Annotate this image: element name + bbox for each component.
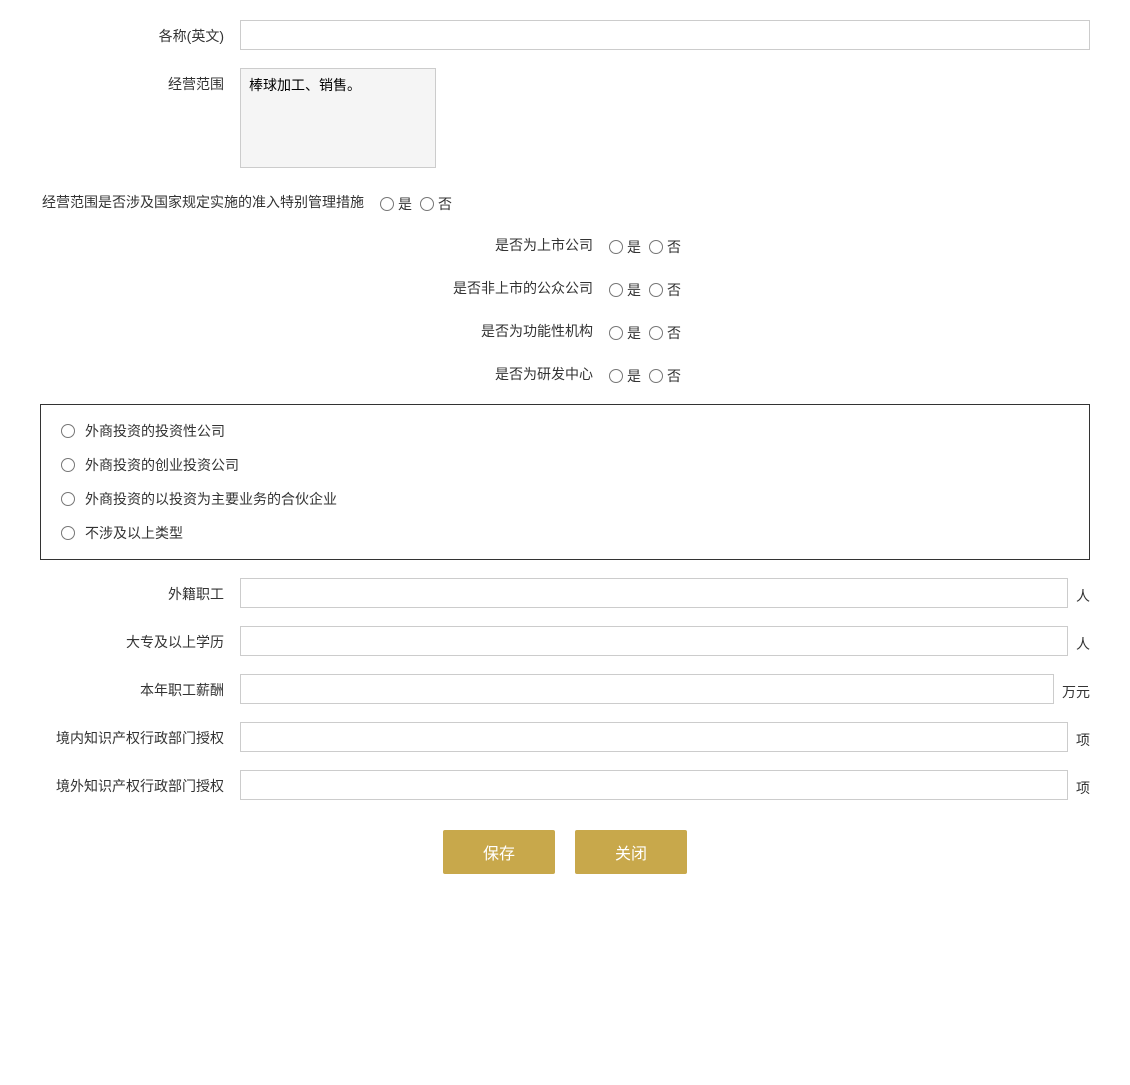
special-management-no-item[interactable]: 否: [420, 194, 452, 214]
domestic-ip-unit: 项: [1068, 724, 1090, 750]
non-listed-yes-label: 是: [627, 280, 641, 300]
college-degree-row: 大专及以上学历 人: [40, 626, 1090, 656]
save-button[interactable]: 保存: [443, 830, 555, 874]
investment-option-1-row: 外商投资的投资性公司: [61, 421, 1069, 441]
investment-option-3-radio[interactable]: [61, 492, 75, 506]
annual-salary-row: 本年职工薪酬 万元: [40, 674, 1090, 704]
functional-yes-label: 是: [627, 323, 641, 343]
college-degree-unit: 人: [1068, 628, 1090, 654]
non-listed-public-label: 是否非上市的公众公司: [449, 278, 609, 298]
business-scope-row: 经营范围 棒球加工、销售。: [40, 68, 1090, 171]
investment-option-1-label: 外商投资的投资性公司: [85, 421, 225, 441]
investment-option-4-row: 不涉及以上类型: [61, 523, 1069, 543]
investment-option-2-label: 外商投资的创业投资公司: [85, 455, 239, 475]
special-management-yes-item[interactable]: 是: [380, 194, 412, 214]
functional-yes-radio[interactable]: [609, 326, 623, 340]
listed-no-radio[interactable]: [649, 240, 663, 254]
functional-no-item[interactable]: 否: [649, 323, 681, 343]
college-degree-input[interactable]: [240, 626, 1068, 656]
annual-salary-label: 本年职工薪酬: [40, 674, 240, 700]
annual-salary-input-group: 万元: [240, 674, 1090, 704]
listed-company-radio-group: 是 否: [609, 232, 681, 257]
rd-center-radio-group: 是 否: [609, 361, 681, 386]
rd-center-label: 是否为研发中心: [449, 364, 609, 384]
functional-org-radio-group: 是 否: [609, 318, 681, 343]
rd-center-row: 是否为研发中心 是 否: [40, 361, 1090, 386]
special-management-no-label: 否: [438, 194, 452, 214]
non-listed-yes-item[interactable]: 是: [609, 280, 641, 300]
rd-yes-label: 是: [627, 366, 641, 386]
college-degree-input-group: 人: [240, 626, 1090, 656]
button-row: 保存 关闭: [40, 830, 1090, 874]
annual-salary-input[interactable]: [240, 674, 1054, 704]
functional-no-radio[interactable]: [649, 326, 663, 340]
rd-yes-item[interactable]: 是: [609, 366, 641, 386]
special-management-row: 经营范围是否涉及国家规定实施的准入特别管理措施 是 否: [40, 189, 1090, 214]
foreign-employees-label: 外籍职工: [40, 578, 240, 604]
listed-no-label: 否: [667, 237, 681, 257]
investment-option-4-label: 不涉及以上类型: [85, 523, 183, 543]
foreign-employees-row: 外籍职工 人: [40, 578, 1090, 608]
investment-option-3-label: 外商投资的以投资为主要业务的合伙企业: [85, 489, 337, 509]
investment-option-2-row: 外商投资的创业投资公司: [61, 455, 1069, 475]
listed-yes-radio[interactable]: [609, 240, 623, 254]
foreign-employees-input-group: 人: [240, 578, 1090, 608]
listed-yes-label: 是: [627, 237, 641, 257]
listed-no-item[interactable]: 否: [649, 237, 681, 257]
functional-yes-item[interactable]: 是: [609, 323, 641, 343]
non-listed-public-radio-group: 是 否: [609, 275, 681, 300]
functional-org-row: 是否为功能性机构 是 否: [40, 318, 1090, 343]
investment-option-4-radio[interactable]: [61, 526, 75, 540]
domestic-ip-row: 境内知识产权行政部门授权 项: [40, 722, 1090, 752]
name-en-input[interactable]: [240, 20, 1090, 50]
domestic-ip-input-group: 项: [240, 722, 1090, 752]
college-degree-label: 大专及以上学历: [40, 626, 240, 652]
special-management-label: 经营范围是否涉及国家规定实施的准入特别管理措施: [40, 192, 380, 212]
functional-no-label: 否: [667, 323, 681, 343]
non-listed-yes-radio[interactable]: [609, 283, 623, 297]
investment-type-box: 外商投资的投资性公司 外商投资的创业投资公司 外商投资的以投资为主要业务的合伙企…: [40, 404, 1090, 560]
name-en-label: 各称(英文): [40, 20, 240, 46]
foreign-ip-label: 境外知识产权行政部门授权: [40, 770, 240, 796]
rd-yes-radio[interactable]: [609, 369, 623, 383]
business-scope-label: 经营范围: [40, 68, 240, 94]
rd-no-label: 否: [667, 366, 681, 386]
functional-org-label: 是否为功能性机构: [449, 321, 609, 341]
listed-company-label: 是否为上市公司: [449, 235, 609, 255]
non-listed-no-item[interactable]: 否: [649, 280, 681, 300]
non-listed-no-radio[interactable]: [649, 283, 663, 297]
domestic-ip-input[interactable]: [240, 722, 1068, 752]
foreign-employees-unit: 人: [1068, 580, 1090, 606]
listed-company-row: 是否为上市公司 是 否: [40, 232, 1090, 257]
form-container: 各称(英文) 经营范围 棒球加工、销售。 经营范围是否涉及国家规定实施的准入特别…: [40, 20, 1090, 874]
investment-option-1-radio[interactable]: [61, 424, 75, 438]
business-scope-wrapper: 棒球加工、销售。: [240, 68, 1090, 171]
business-scope-textarea[interactable]: 棒球加工、销售。: [240, 68, 436, 168]
investment-option-2-radio[interactable]: [61, 458, 75, 472]
foreign-ip-input-group: 项: [240, 770, 1090, 800]
non-listed-no-label: 否: [667, 280, 681, 300]
foreign-ip-row: 境外知识产权行政部门授权 项: [40, 770, 1090, 800]
special-management-no-radio[interactable]: [420, 197, 434, 211]
non-listed-public-row: 是否非上市的公众公司 是 否: [40, 275, 1090, 300]
special-management-yes-radio[interactable]: [380, 197, 394, 211]
investment-option-3-row: 外商投资的以投资为主要业务的合伙企业: [61, 489, 1069, 509]
foreign-ip-unit: 项: [1068, 772, 1090, 798]
foreign-ip-input[interactable]: [240, 770, 1068, 800]
special-management-radio-group: 是 否: [380, 189, 452, 214]
domestic-ip-label: 境内知识产权行政部门授权: [40, 722, 240, 748]
rd-no-item[interactable]: 否: [649, 366, 681, 386]
rd-no-radio[interactable]: [649, 369, 663, 383]
close-button[interactable]: 关闭: [575, 830, 687, 874]
foreign-employees-input[interactable]: [240, 578, 1068, 608]
special-management-yes-label: 是: [398, 194, 412, 214]
listed-yes-item[interactable]: 是: [609, 237, 641, 257]
name-en-row: 各称(英文): [40, 20, 1090, 50]
annual-salary-unit: 万元: [1054, 676, 1090, 702]
